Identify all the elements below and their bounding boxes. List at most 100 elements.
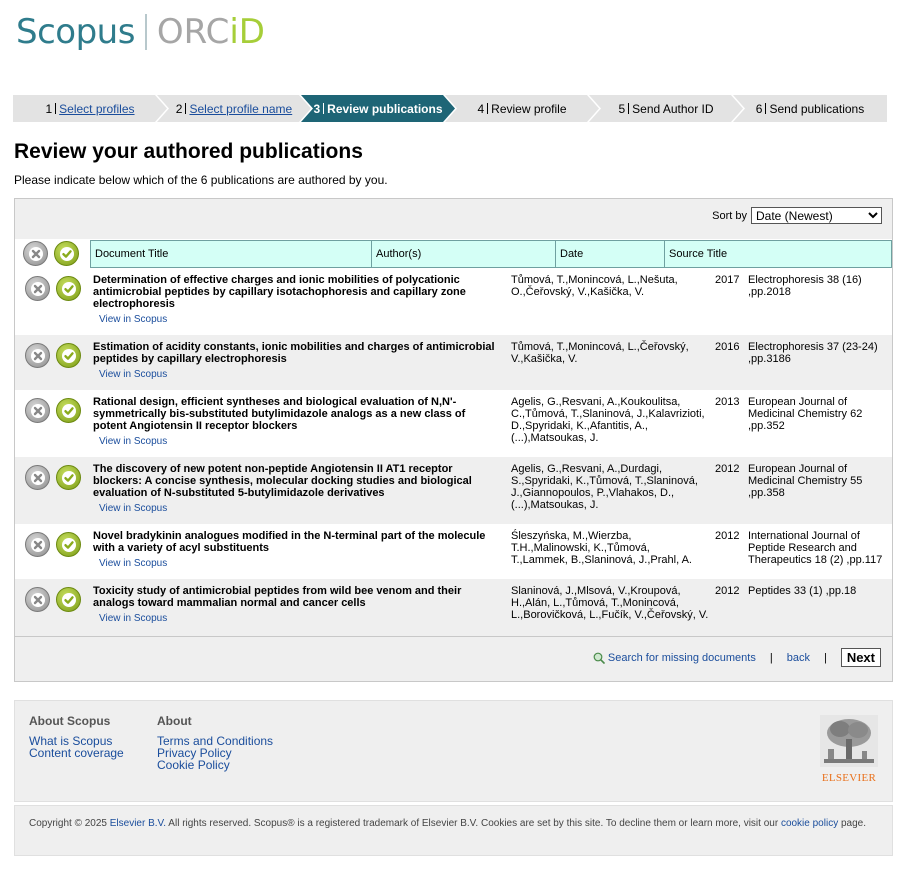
step-label: Review publications bbox=[327, 101, 443, 116]
reject-button[interactable] bbox=[25, 398, 50, 423]
table-row: Rational design, efficient syntheses and… bbox=[15, 390, 892, 457]
view-in-scopus-link[interactable]: View in Scopus bbox=[99, 314, 167, 325]
document-title: Determination of effective charges and i… bbox=[93, 274, 466, 310]
accept-button[interactable] bbox=[56, 587, 81, 612]
authors: Tůmová, T.,Monincová, L.,Čeřovský, V.,Ka… bbox=[511, 341, 689, 365]
header-authors[interactable]: Author(s) bbox=[371, 240, 556, 268]
date: 2012 bbox=[715, 530, 740, 542]
step-label: Send Author ID bbox=[632, 101, 714, 116]
content-coverage-link[interactable]: Content coverage bbox=[29, 747, 124, 759]
source-title: Peptides 33 (1) ,pp.18 bbox=[748, 585, 857, 597]
back-link[interactable]: back bbox=[787, 652, 810, 664]
next-button[interactable]: Next bbox=[840, 648, 881, 667]
date: 2012 bbox=[715, 463, 740, 475]
reject-all-button[interactable] bbox=[23, 241, 48, 266]
elsevier-link[interactable]: Elsevier B.V. bbox=[110, 818, 166, 829]
cookie-policy-link[interactable]: Cookie Policy bbox=[157, 759, 273, 771]
authors: Tůmová, T.,Monincová, L.,Nešuta, O.,Čeřo… bbox=[511, 274, 678, 298]
authors: Śleszyńska, M.,Wierzba, T.H.,Malinowski,… bbox=[511, 530, 692, 566]
sort-select[interactable]: Date (Newest) bbox=[751, 207, 882, 224]
date: 2012 bbox=[715, 585, 740, 597]
step-select-profile-name[interactable]: 2 Select profile name bbox=[157, 95, 311, 122]
search-missing-documents-link[interactable]: Search for missing documents bbox=[608, 652, 756, 664]
step-select-profiles[interactable]: 1 Select profiles bbox=[13, 95, 167, 122]
header-icons bbox=[23, 241, 79, 266]
step-number: 2 bbox=[175, 101, 183, 116]
intro-text: Please indicate below which of the 6 pub… bbox=[14, 173, 388, 187]
orcid-logo-suffix: iD bbox=[229, 12, 265, 52]
view-in-scopus-link[interactable]: View in Scopus bbox=[99, 558, 167, 569]
table-header: Document Title Author(s) Date Source Tit… bbox=[15, 239, 892, 268]
table-row: Determination of effective charges and i… bbox=[15, 268, 892, 335]
scopus-logo[interactable]: Scopus bbox=[16, 12, 135, 52]
reject-button[interactable] bbox=[25, 532, 50, 557]
reject-button[interactable] bbox=[25, 343, 50, 368]
step-number: 5 bbox=[618, 101, 626, 116]
x-icon bbox=[30, 281, 45, 296]
accept-button[interactable] bbox=[56, 465, 81, 490]
date: 2013 bbox=[715, 396, 740, 408]
footer-heading: About bbox=[157, 714, 192, 728]
source-title: European Journal of Medicinal Chemistry … bbox=[748, 396, 863, 432]
header-logos: Scopus ORCiD bbox=[16, 12, 265, 52]
publications-table: Document Title Author(s) Date Source Tit… bbox=[15, 239, 892, 636]
accept-button[interactable] bbox=[56, 398, 81, 423]
header-source-title[interactable]: Source Title bbox=[664, 240, 892, 268]
x-icon bbox=[30, 403, 45, 418]
source-title: European Journal of Medicinal Chemistry … bbox=[748, 463, 863, 499]
table-row: The discovery of new potent non-peptide … bbox=[15, 457, 892, 524]
step-number: 4 bbox=[477, 101, 485, 116]
orcid-logo[interactable]: ORCiD bbox=[157, 12, 265, 52]
table-row: Toxicity study of antimicrobial peptides… bbox=[15, 579, 892, 636]
view-in-scopus-link[interactable]: View in Scopus bbox=[99, 503, 167, 514]
accept-button[interactable] bbox=[56, 343, 81, 368]
view-in-scopus-link[interactable]: View in Scopus bbox=[99, 436, 167, 447]
step-link[interactable]: Select profile name bbox=[189, 102, 292, 116]
authors: Agelis, G.,Resvani, A.,Koukoulitsa, C.,T… bbox=[511, 396, 705, 444]
check-icon bbox=[61, 470, 76, 485]
check-icon bbox=[61, 592, 76, 607]
accept-button[interactable] bbox=[56, 276, 81, 301]
check-icon bbox=[59, 246, 74, 261]
step-review-publications: 3 Review publications bbox=[301, 95, 455, 122]
reject-button[interactable] bbox=[25, 465, 50, 490]
step-link[interactable]: Select profiles bbox=[59, 102, 134, 116]
wizard-steps: 1 Select profiles 2 Select profile name 3R… bbox=[13, 95, 887, 122]
step-review-profile: 4 Review profile bbox=[445, 95, 599, 122]
document-title: Estimation of acidity constants, ionic m… bbox=[93, 341, 495, 365]
step-label: Send publications bbox=[769, 101, 865, 116]
reject-button[interactable] bbox=[25, 276, 50, 301]
view-in-scopus-link[interactable]: View in Scopus bbox=[99, 613, 167, 624]
source-title: International Journal of Peptide Researc… bbox=[748, 530, 883, 566]
date: 2017 bbox=[715, 274, 740, 286]
date: 2016 bbox=[715, 341, 740, 353]
reject-button[interactable] bbox=[25, 587, 50, 612]
step-label: Review profile bbox=[491, 101, 567, 116]
sort-label: Sort by bbox=[712, 209, 747, 222]
x-icon bbox=[30, 537, 45, 552]
copyright-notice: Copyright © 2025 Elsevier B.V. All right… bbox=[14, 805, 893, 856]
cookie-policy-inline-link[interactable]: cookie policy bbox=[781, 818, 838, 829]
header-date[interactable]: Date bbox=[555, 240, 665, 268]
accept-button[interactable] bbox=[56, 532, 81, 557]
x-icon bbox=[30, 348, 45, 363]
step-send-publications: 6 Send publications bbox=[733, 95, 887, 122]
step-number: 3 bbox=[313, 101, 321, 116]
elsevier-logo[interactable]: ELSEVIER bbox=[820, 715, 878, 784]
x-icon bbox=[30, 592, 45, 607]
view-in-scopus-link[interactable]: View in Scopus bbox=[99, 369, 167, 380]
accept-all-button[interactable] bbox=[54, 241, 79, 266]
footer-heading: About Scopus bbox=[29, 714, 111, 728]
panel-actions: Search for missing documents | back | Ne… bbox=[15, 636, 892, 681]
check-icon bbox=[61, 537, 76, 552]
header-document-title[interactable]: Document Title bbox=[90, 240, 372, 268]
magnifier-icon bbox=[593, 652, 605, 664]
document-title: The discovery of new potent non-peptide … bbox=[93, 463, 472, 499]
sort-bar: Sort by Date (Newest) bbox=[712, 207, 882, 224]
x-icon bbox=[30, 470, 45, 485]
source-title: Electrophoresis 37 (23-24) ,pp.3186 bbox=[748, 341, 878, 365]
table-row: Estimation of acidity constants, ionic m… bbox=[15, 335, 892, 390]
document-title: Toxicity study of antimicrobial peptides… bbox=[93, 585, 462, 609]
document-title: Rational design, efficient syntheses and… bbox=[93, 396, 466, 432]
authors: Slaninová, J.,Mlsová, V.,Kroupová, H.,Al… bbox=[511, 585, 709, 621]
